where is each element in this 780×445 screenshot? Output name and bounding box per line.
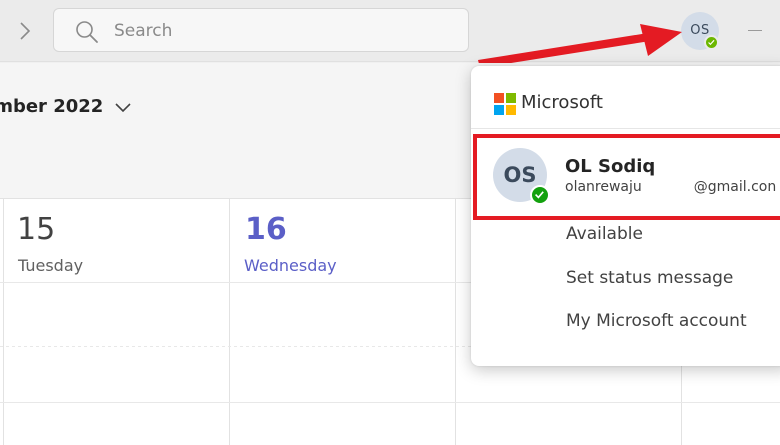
divider	[471, 128, 780, 129]
day-number-today[interactable]: 16	[245, 212, 287, 247]
account-flyout: Microsoft OS OL Sodiq olanrewaju @gmail.c…	[471, 66, 780, 366]
search-box[interactable]: Search	[53, 8, 469, 52]
menu-item-available[interactable]: Available	[566, 224, 643, 244]
day-name: Tuesday	[18, 256, 84, 275]
menu-item-set-status-message[interactable]: Set status message	[566, 268, 733, 288]
minimize-icon[interactable]	[748, 30, 762, 31]
user-email: olanrewaju @gmail.con	[565, 179, 776, 195]
search-icon	[76, 21, 98, 43]
grid-divider	[0, 402, 780, 403]
day-name-today: Wednesday	[244, 256, 337, 275]
search-input[interactable]: Search	[114, 21, 172, 41]
email-user: olanrewaju	[565, 179, 642, 195]
email-domain: @gmail.con	[693, 179, 777, 195]
user-name: OL Sodiq	[565, 156, 656, 177]
day-number[interactable]: 15	[17, 212, 55, 247]
presence-available-icon	[704, 35, 719, 50]
grid-divider	[229, 198, 230, 445]
chevron-right-icon[interactable]	[14, 18, 36, 44]
microsoft-logo-icon	[494, 93, 516, 115]
grid-divider	[455, 198, 456, 445]
chevron-down-icon[interactable]	[112, 98, 134, 118]
presence-available-icon	[530, 185, 550, 205]
brand-label: Microsoft	[521, 92, 603, 113]
month-label[interactable]: ember 2022	[0, 96, 103, 117]
grid-divider	[3, 198, 4, 445]
menu-item-my-microsoft-account[interactable]: My Microsoft account	[566, 311, 747, 331]
